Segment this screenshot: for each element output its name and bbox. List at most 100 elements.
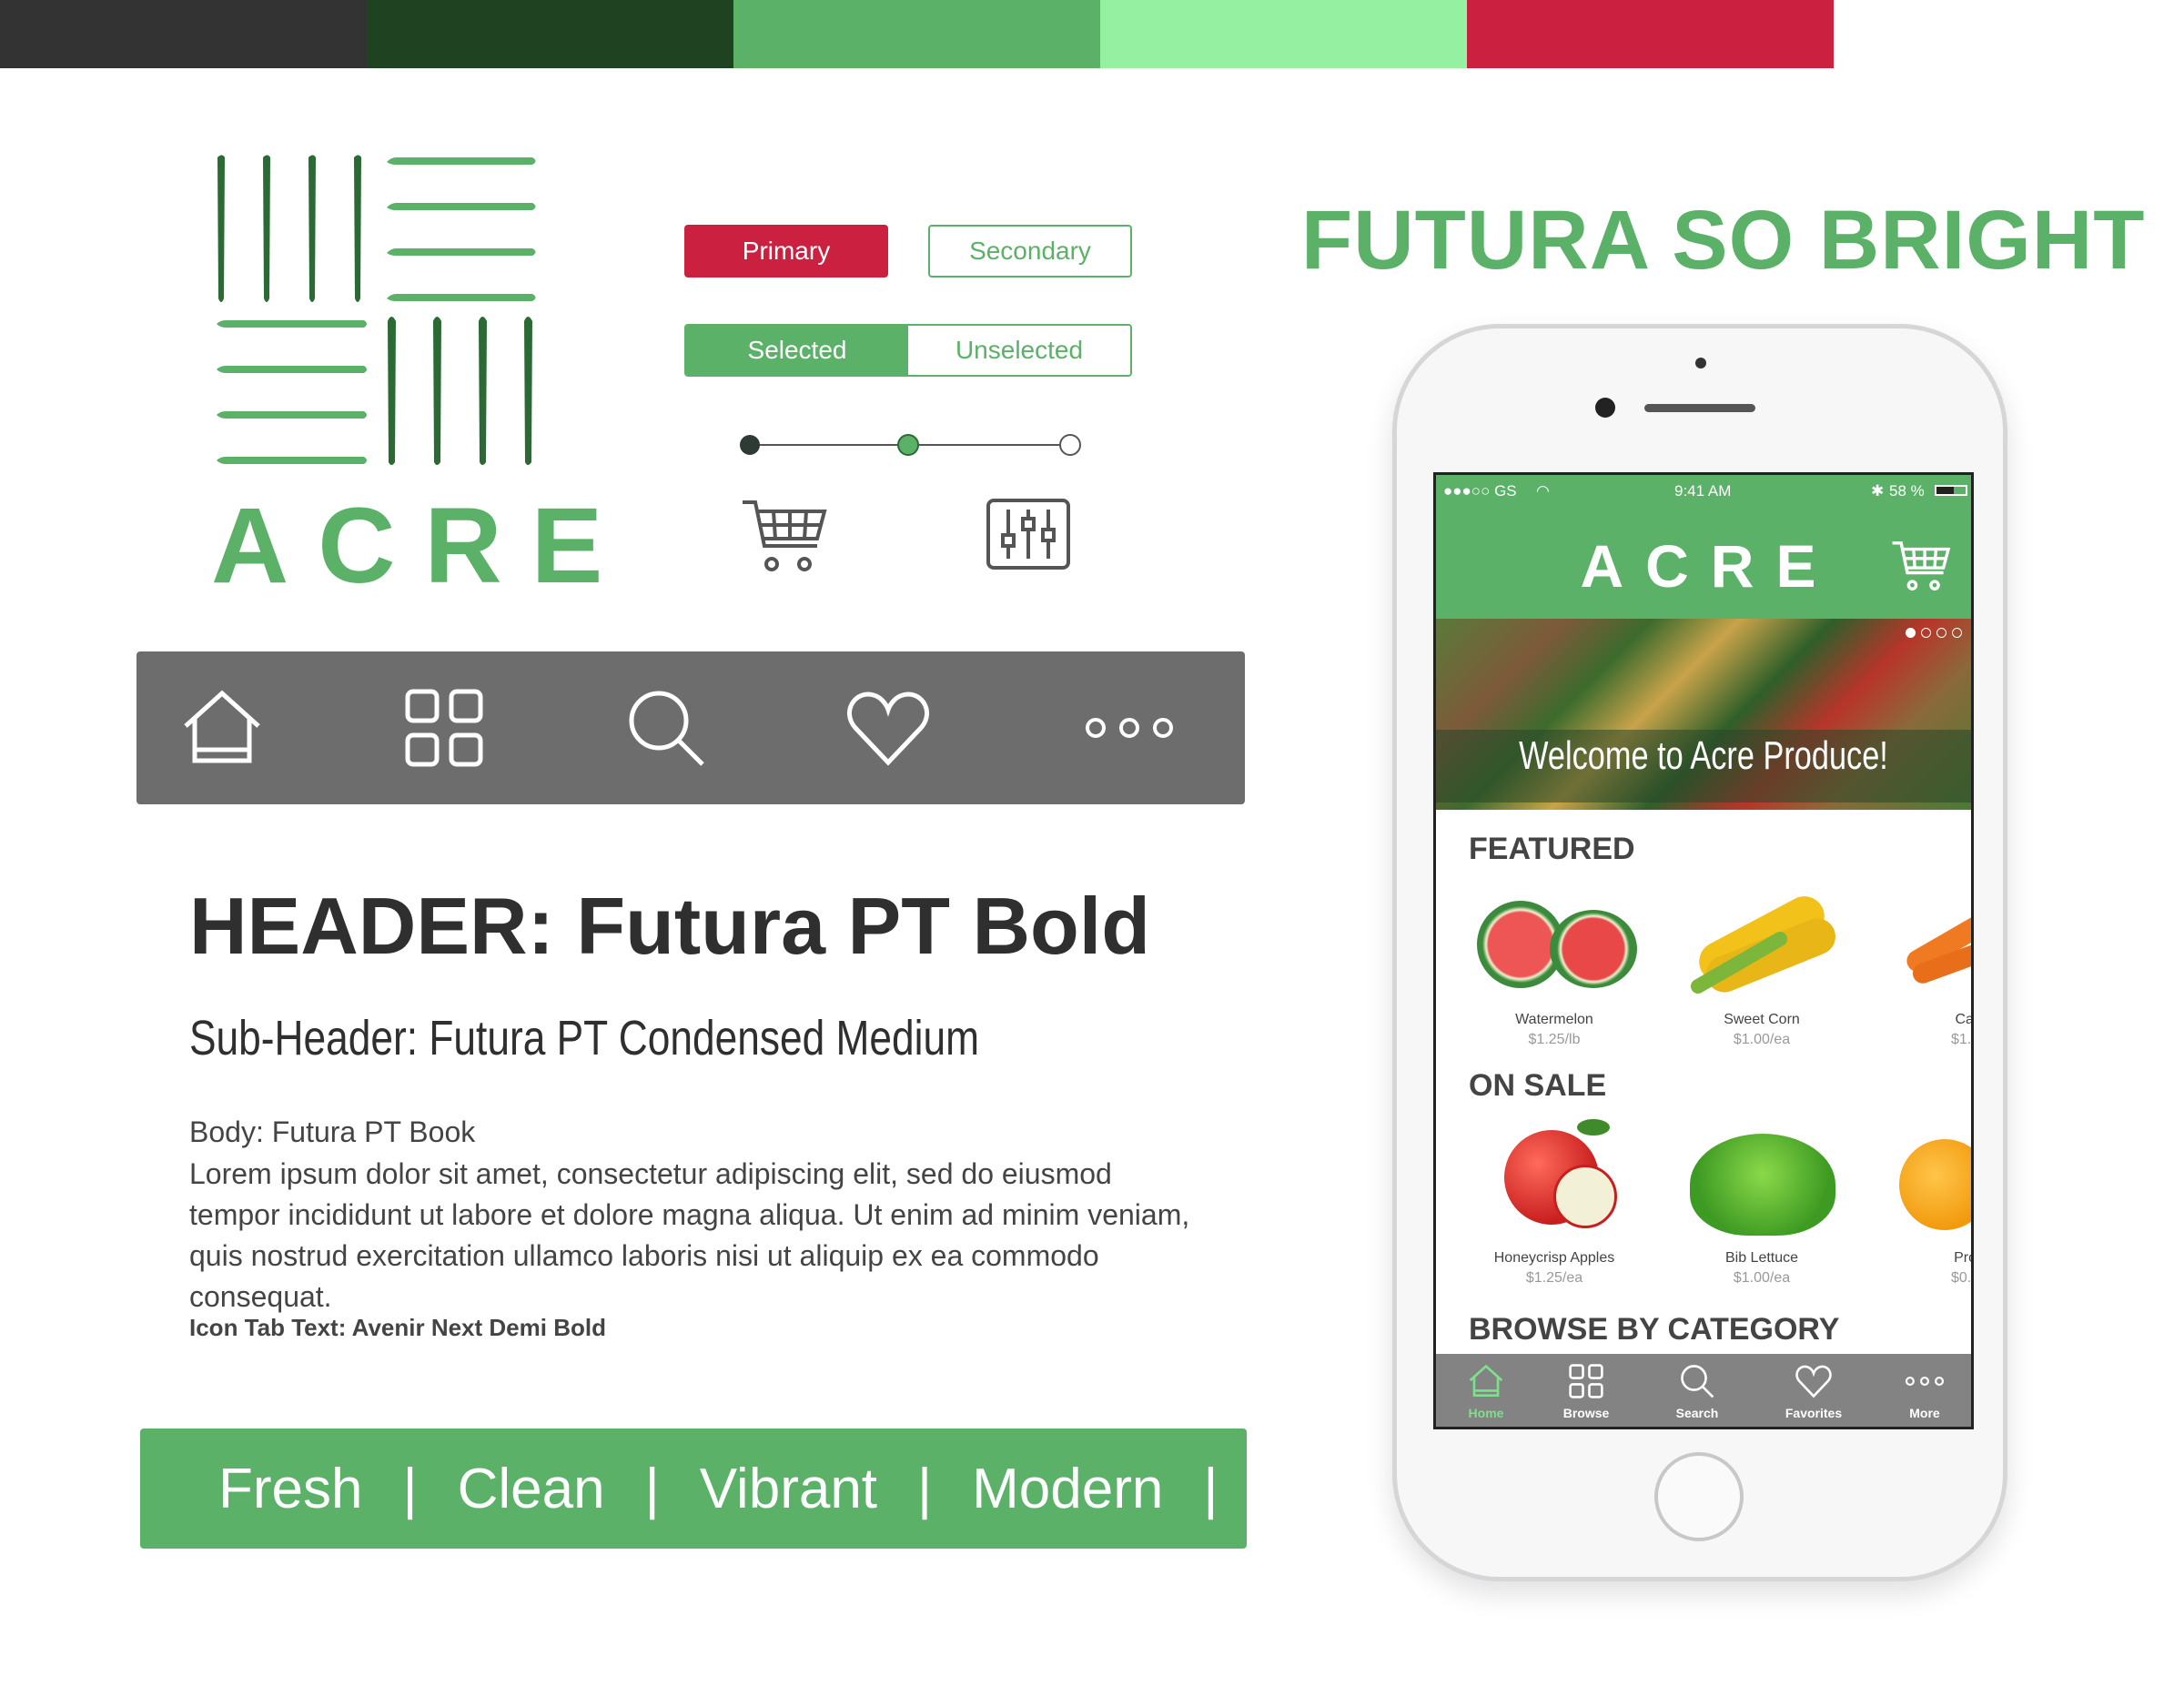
value-separator: |	[402, 1457, 418, 1520]
tab-label: Favorites	[1785, 1406, 1843, 1420]
lettuce-image	[1675, 1112, 1848, 1248]
grid-icon[interactable]	[402, 686, 486, 770]
carrot-image	[1883, 873, 1971, 1010]
battery-text: 58 %	[1889, 482, 1925, 500]
search-icon[interactable]	[624, 686, 708, 770]
status-time: 9:41 AM	[1674, 482, 1732, 500]
product-card[interactable]: Prod $0.75	[1878, 1112, 1972, 1287]
product-name: Sweet Corn	[1724, 1012, 1800, 1027]
bluetooth-icon: ✱	[1871, 482, 1885, 500]
product-card[interactable]: Sweet Corn $1.00/ea	[1671, 873, 1853, 1048]
hero-welcome-text: Welcome to Acre Produce!	[1519, 733, 1888, 778]
tab-favorites[interactable]: Favorites	[1773, 1363, 1855, 1420]
product-name: Bib Lettuce	[1724, 1250, 1799, 1266]
battery-icon	[1935, 485, 1967, 496]
tab-label: Home	[1468, 1406, 1504, 1420]
segment-unselected[interactable]: Unselected	[908, 326, 1130, 375]
product-price: $1.25/lb	[1528, 1032, 1581, 1047]
cart-icon[interactable]	[1891, 540, 1951, 591]
search-icon	[1681, 1365, 1714, 1398]
value-word: Fresh	[218, 1457, 363, 1520]
phone-camera	[1595, 398, 1615, 418]
product-name: Prod	[1954, 1250, 1971, 1266]
wifi-icon: ◠	[1536, 482, 1550, 500]
primary-button[interactable]: Primary	[684, 225, 888, 278]
app-bar: ACRE	[1436, 506, 1971, 619]
heart-icon	[1795, 1365, 1832, 1398]
orange-image	[1883, 1112, 1971, 1248]
sliders-icon[interactable]	[986, 499, 1070, 570]
cart-icon[interactable]	[741, 499, 828, 573]
value-separator: |	[644, 1457, 660, 1520]
tab-more[interactable]: More	[1884, 1363, 1966, 1420]
value-word: Clean	[457, 1457, 605, 1520]
tab-label: Browse	[1562, 1406, 1610, 1420]
slider-step-1	[740, 435, 760, 455]
acre-logo-mark	[217, 155, 536, 465]
acre-logo-wordmark: ACRE	[211, 486, 632, 606]
browse-category-title: BROWSE BY CATEGORY	[1469, 1312, 1840, 1347]
palette-swatch-3	[733, 0, 1100, 68]
segmented-control: Selected Unselected	[684, 324, 1132, 377]
phone-tab-bar: Home Browse Search Favorites More	[1436, 1354, 1971, 1427]
apple-image	[1468, 1112, 1641, 1248]
on-sale-title: ON SALE	[1469, 1068, 1607, 1103]
phone-sensor	[1695, 358, 1706, 368]
palette-swatch-4	[1100, 0, 1467, 68]
icon-tab-text-label: Icon Tab Text: Avenir Next Demi Bold	[189, 1314, 606, 1341]
product-price: $1.00/ea	[1733, 1032, 1791, 1047]
home-icon	[1469, 1364, 1503, 1397]
subheader-sample: Sub-Header: Futura PT Condensed Medium	[189, 1011, 980, 1065]
featured-title: FEATURED	[1469, 832, 1635, 866]
secondary-button[interactable]: Secondary	[928, 225, 1132, 278]
heart-icon[interactable]	[846, 686, 930, 770]
product-price: $1.25	[1950, 1032, 1972, 1047]
tab-label: More	[1909, 1406, 1940, 1420]
product-price: $1.25/ea	[1525, 1270, 1583, 1286]
corn-image	[1675, 873, 1848, 1010]
app-title: ACRE	[1580, 532, 1838, 600]
palette-swatch-1	[0, 0, 367, 68]
carousel-dots[interactable]	[1900, 626, 1962, 642]
phone-home-button[interactable]	[1654, 1452, 1744, 1541]
brand-values-bar: Fresh | Clean | Vibrant | Modern | Frien…	[140, 1428, 1459, 1549]
step-slider[interactable]	[737, 431, 1083, 459]
watermelon-image	[1468, 873, 1641, 1010]
value-separator: |	[1203, 1457, 1218, 1520]
carrier-text: ●●●○○ GS	[1443, 482, 1517, 500]
tab-label: Search	[1675, 1406, 1719, 1420]
value-separator: |	[917, 1457, 933, 1520]
product-price: $0.75	[1950, 1270, 1972, 1286]
body-label: Body: Futura PT Book	[189, 1115, 476, 1148]
status-bar: ●●●○○ GS ◠ 9:41 AM ✱ 58 %	[1436, 475, 1971, 506]
body-text-sample: Lorem ipsum dolor sit amet, consectetur …	[189, 1157, 1190, 1313]
product-name: Carr	[1955, 1012, 1974, 1027]
phone-screen: ●●●○○ GS ◠ 9:41 AM ✱ 58 % ACRE Welcome t…	[1433, 472, 1974, 1429]
value-word: Modern	[972, 1457, 1164, 1520]
product-name: Honeycrisp Apples	[1493, 1250, 1615, 1266]
product-name: Watermelon	[1515, 1012, 1593, 1027]
phone-mockup: ●●●○○ GS ◠ 9:41 AM ✱ 58 % ACRE Welcome t…	[1392, 324, 2007, 1581]
segment-selected[interactable]: Selected	[686, 326, 908, 375]
more-icon	[1905, 1377, 1945, 1386]
product-card[interactable]: Bib Lettuce $1.00/ea	[1671, 1112, 1853, 1287]
tab-bar-sample	[136, 651, 1245, 804]
header-sample: HEADER: Futura PT Bold	[189, 881, 1150, 971]
slider-step-3	[1059, 434, 1081, 456]
tab-search[interactable]: Search	[1656, 1363, 1738, 1420]
tab-browse[interactable]: Browse	[1545, 1363, 1627, 1420]
more-icon[interactable]	[1079, 686, 1179, 770]
slider-step-2	[897, 434, 919, 456]
product-price: $1.00/ea	[1733, 1270, 1791, 1286]
product-card[interactable]: Carr $1.25	[1878, 873, 1974, 1048]
palette-swatch-2	[367, 0, 733, 68]
product-card[interactable]: Watermelon $1.25/lb	[1463, 873, 1645, 1048]
phone-earpiece	[1644, 404, 1755, 412]
hero-banner[interactable]: Welcome to Acre Produce!	[1436, 619, 1971, 810]
palette-swatch-5	[1467, 0, 1834, 68]
home-icon[interactable]	[180, 686, 264, 770]
value-word: Vibrant	[699, 1457, 878, 1520]
product-card[interactable]: Honeycrisp Apples $1.25/ea	[1463, 1112, 1645, 1287]
futura-so-bright-title: FUTURA SO BRIGHT	[1301, 194, 2146, 287]
tab-home[interactable]: Home	[1445, 1363, 1527, 1420]
